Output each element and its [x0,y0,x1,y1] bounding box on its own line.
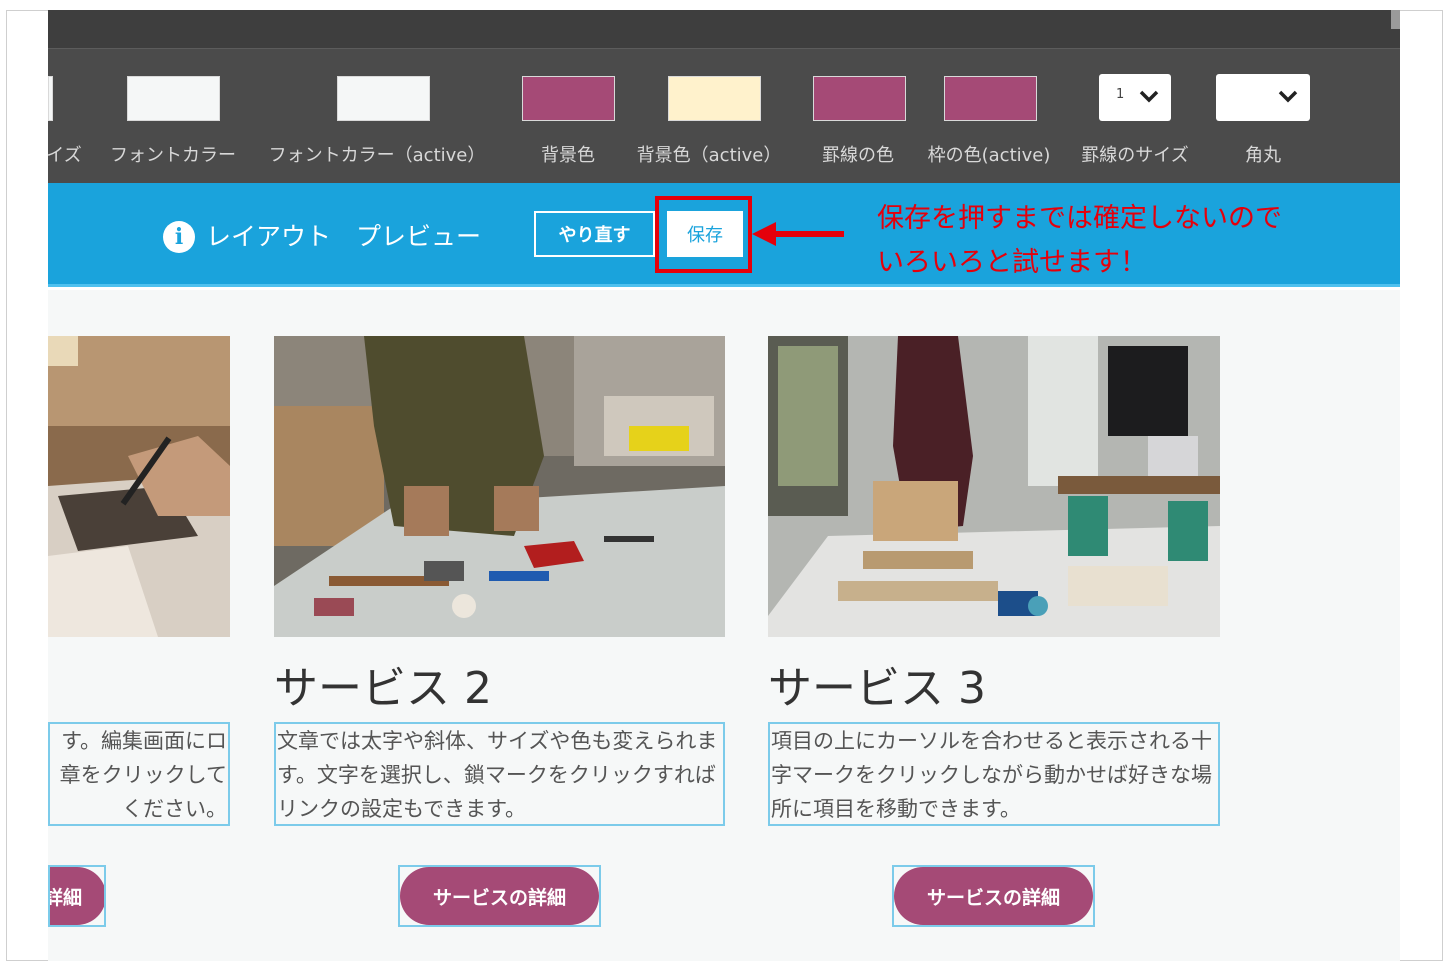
border-color-label: 罫線の色 [822,145,894,166]
service-1-line-3: ください。 [122,797,227,821]
service-1-line-1: す。編集画面にロ [61,729,227,753]
redo-button[interactable]: やり直す [534,211,655,257]
service-2-photo [274,336,725,637]
chevron-down-icon [1139,90,1159,103]
font-color-label: フォントカラー [110,145,236,166]
layout-preview-bar: i レイアウト プレビュー やり直す 保存 保存を押すまでは確定しないので いろ… [48,183,1400,287]
bg-color-label: 背景色 [541,145,595,166]
size-swatch-partial[interactable] [48,76,53,121]
service-3-description[interactable]: 項目の上にカーソルを合わせると表示される十字マークをクリックしながら動かせば好き… [768,722,1220,826]
service-1-photo [48,336,230,637]
service-1-line-2: 章をクリックして [59,763,227,787]
chevron-down-icon [1278,90,1298,103]
scrollbar-thumb[interactable] [1391,10,1400,29]
bg-color-active-swatch[interactable] [668,76,761,121]
annotation-line-1: 保存を押すまでは確定しないので [877,203,1282,234]
frame-color-active-swatch[interactable] [944,76,1037,121]
font-color-swatch[interactable] [127,76,220,121]
editor-top-strip [48,10,1400,48]
annotation-arrow-icon [752,222,844,246]
service-3-title: サービス 3 [768,663,986,714]
corner-radius-select[interactable] [1216,74,1310,121]
service-1-detail-button[interactable]: 詳細 [50,867,104,925]
service-2-button-frame: サービスの詳細 [398,865,601,927]
bg-color-swatch[interactable] [522,76,615,121]
service-2-description[interactable]: 文章では太字や斜体、サイズや色も変えられます。文字を選択し、鎖マークをクリックす… [274,722,725,826]
frame-color-active-label: 枠の色(active) [927,145,1051,166]
border-size-value: 1 [1116,87,1125,102]
font-color-active-label: フォントカラー（active） [268,145,486,166]
border-color-swatch[interactable] [813,76,906,121]
service-2-title: サービス 2 [274,663,492,714]
info-icon: i [163,221,195,253]
service-1-button-frame: 詳細 [48,865,106,927]
font-color-active-swatch[interactable] [337,76,430,121]
border-size-select[interactable]: 1 [1099,74,1171,121]
preview-title: レイアウト プレビュー [206,222,482,251]
annotation-line-2: いろいろと試せます！ [877,247,1147,278]
service-3-detail-button[interactable]: サービスの詳細 [894,867,1093,925]
annotation-text: 保存を押すまでは確定しないので いろいろと試せます！ [877,197,1282,285]
border-size-label: 罫線のサイズ [1081,145,1189,166]
style-toolbar: イズ フォントカラー フォントカラー（active） 背景色 背景色（activ… [46,48,1400,183]
save-highlight-box [655,196,752,273]
bg-color-active-label: 背景色（active） [636,145,782,166]
services-section: す。編集画面にロ 章をクリックして ください。 詳細 サービス 2 文章 [48,290,1400,961]
service-3-button-frame: サービスの詳細 [892,865,1095,927]
corner-radius-label: 角丸 [1245,145,1281,166]
service-2-detail-button[interactable]: サービスの詳細 [400,867,599,925]
service-3-photo [768,336,1220,637]
service-1-description: す。編集画面にロ 章をクリックして ください。 [48,722,230,826]
size-label: イズ [46,145,82,166]
